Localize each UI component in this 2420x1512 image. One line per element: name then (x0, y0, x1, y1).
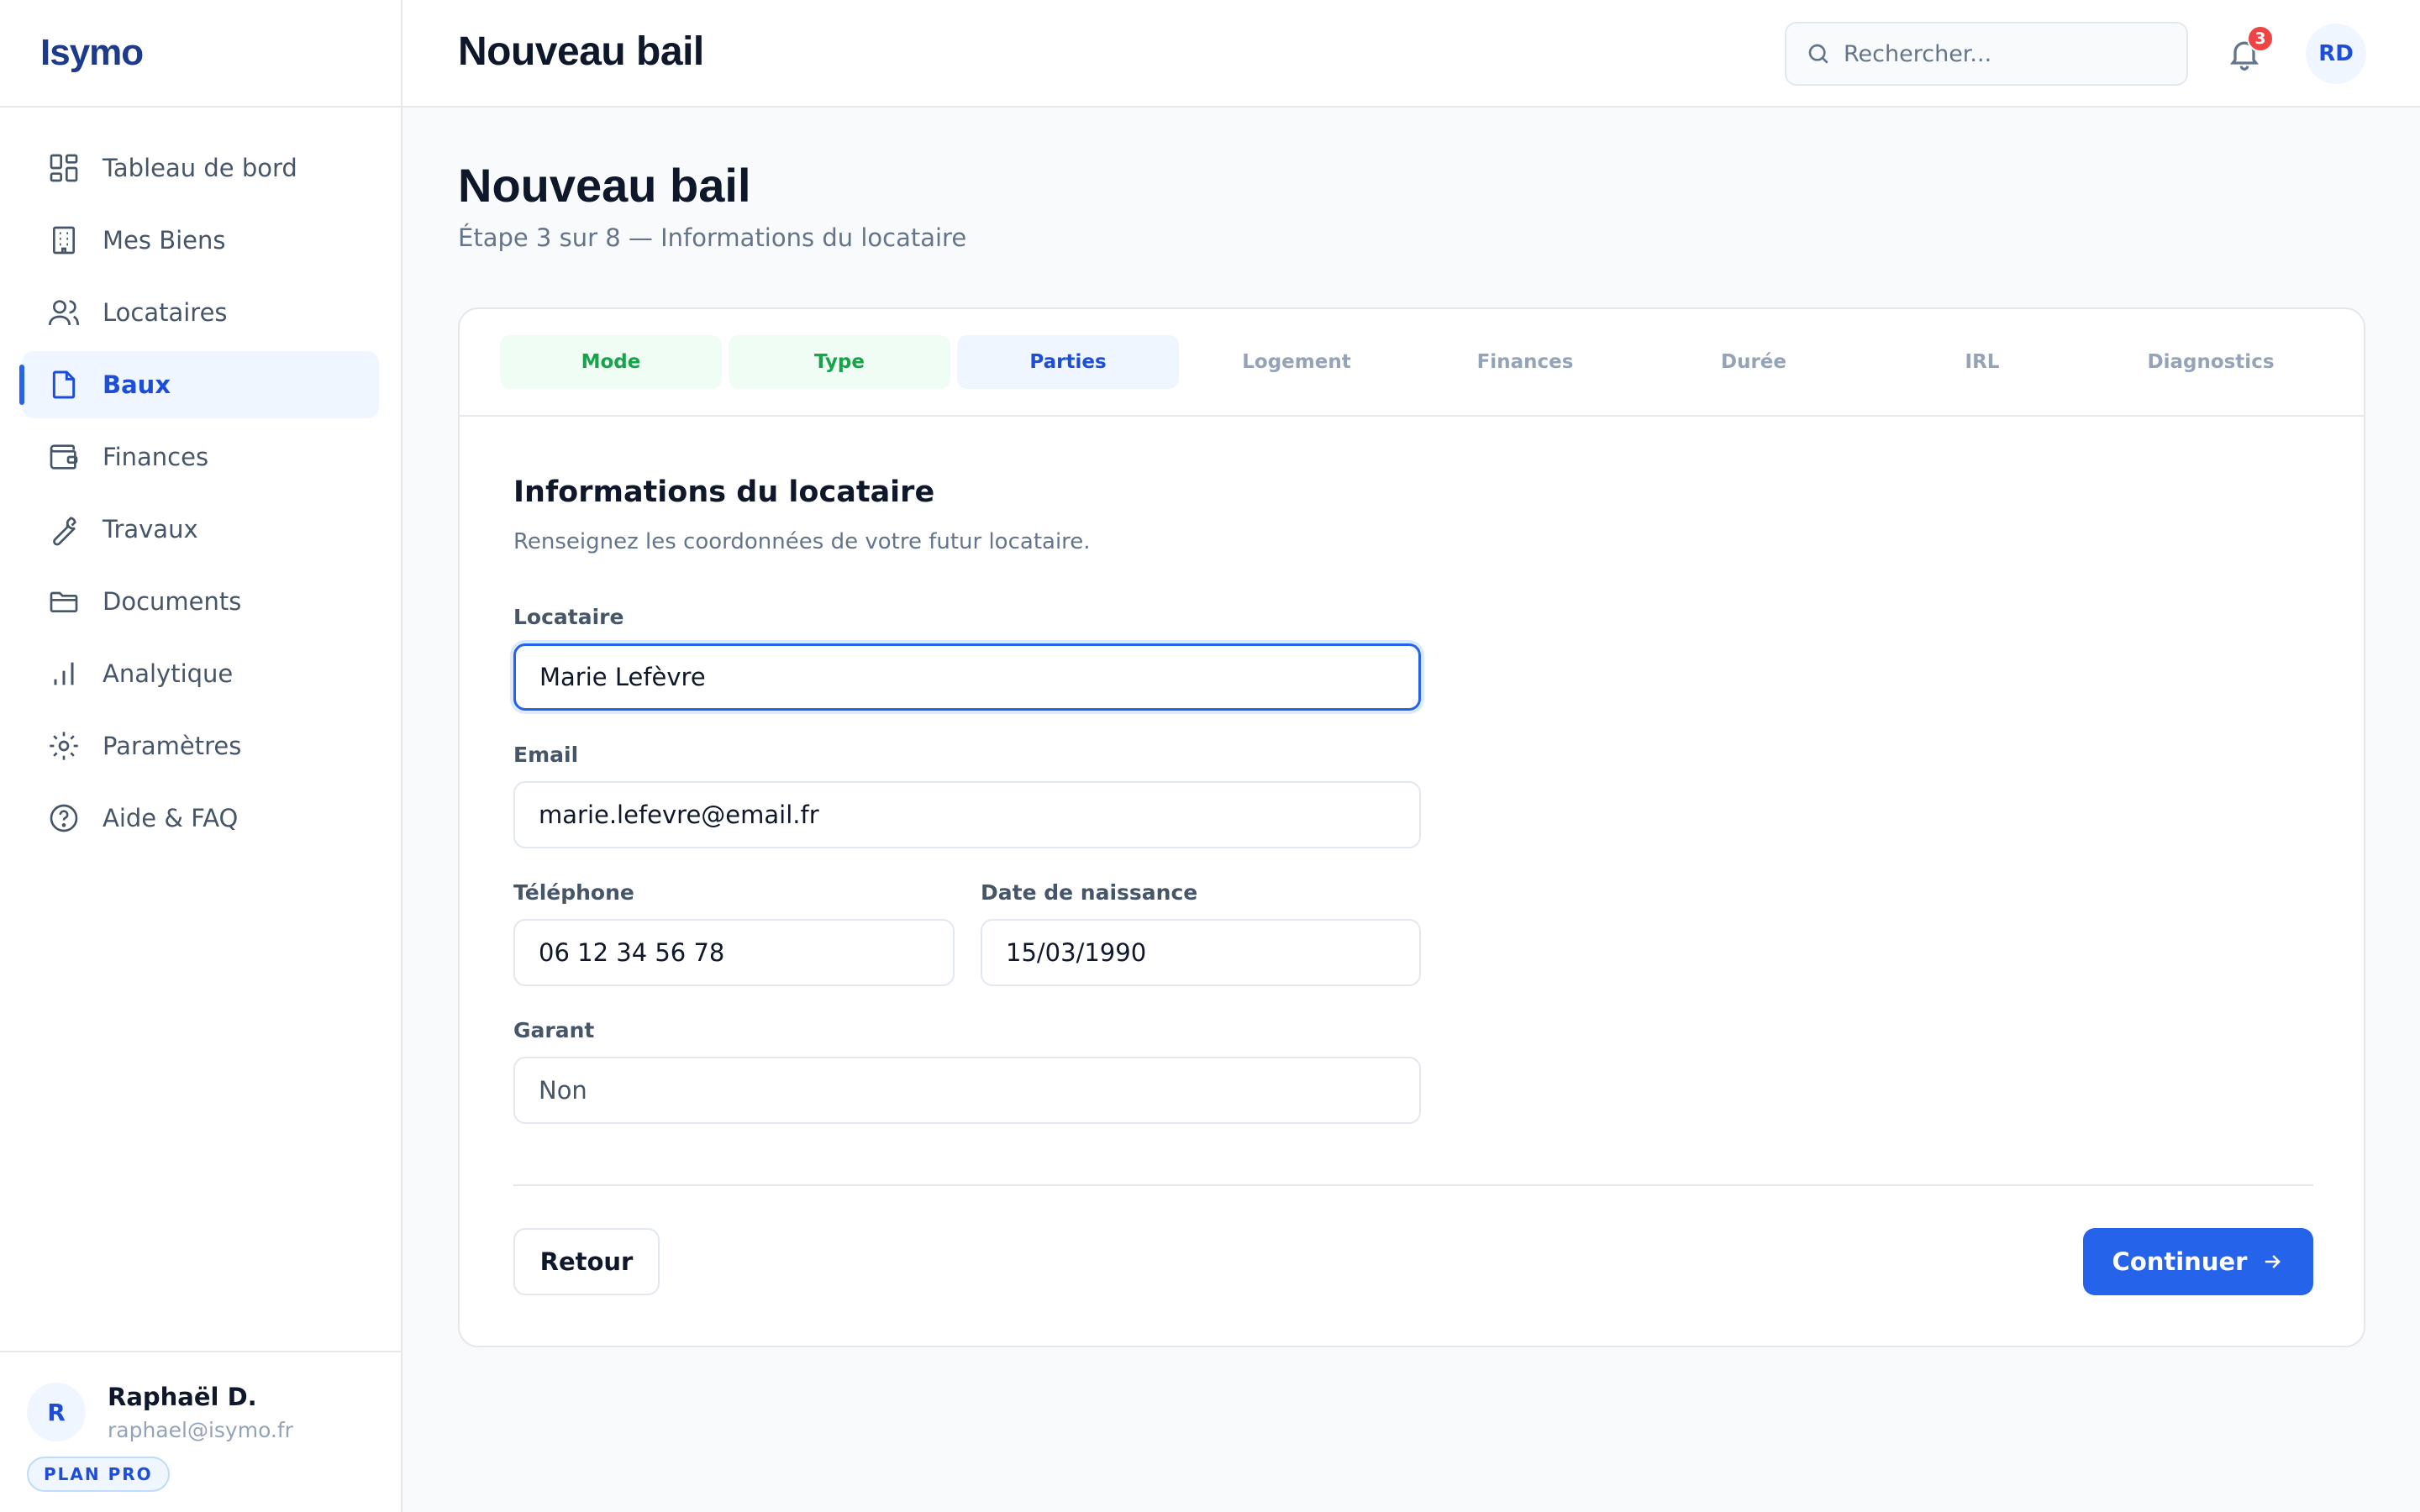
guarantor-select[interactable] (513, 1057, 1421, 1124)
avatar: R (27, 1383, 86, 1441)
help-icon (47, 801, 81, 835)
plan-badge: PLAN PRO (27, 1457, 170, 1492)
step-diagnostics: Diagnostics (2147, 351, 2275, 373)
stepper: Mode Type Parties Logement Finances Duré… (460, 309, 2364, 417)
wallet-icon (47, 440, 81, 474)
user-email: raphael@isymo.fr (108, 1418, 293, 1442)
step-duration: Durée (1720, 351, 1786, 373)
sidebar-item-documents[interactable]: Documents (22, 568, 379, 635)
search-box[interactable] (1785, 22, 2188, 86)
search-input[interactable] (1844, 40, 2163, 67)
phone-label: Téléphone (513, 880, 634, 905)
back-button[interactable]: Retour (513, 1228, 660, 1295)
grid-icon (47, 151, 81, 185)
tenant-label: Locataire (513, 605, 624, 629)
user-name: Raphaël D. (108, 1383, 257, 1411)
sidebar-item-label: Mes Biens (103, 226, 226, 255)
sidebar-item-label: Locataires (103, 298, 228, 327)
phone-field[interactable] (513, 919, 955, 986)
step-type[interactable]: Type (729, 335, 950, 389)
sidebar: Isymo Tableau de bord Mes Biens Locatair… (0, 0, 402, 1512)
sidebar-item-label: Travaux (103, 515, 198, 543)
gear-icon (47, 729, 81, 763)
page-subtitle: Étape 3 sur 8 — Informations du locatair… (458, 223, 967, 252)
sidebar-item-label: Tableau de bord (103, 154, 297, 182)
sidebar-item-tenants[interactable]: Locataires (22, 279, 379, 346)
birthdate-label: Date de naissance (981, 880, 1198, 905)
lease-form-card: Mode Type Parties Logement Finances Duré… (458, 307, 2365, 1347)
sidebar-item-works[interactable]: Travaux (22, 496, 379, 563)
birthdate-field[interactable] (981, 919, 1421, 986)
sidebar-item-label: Documents (103, 587, 242, 616)
page-title: Nouveau bail (458, 159, 751, 212)
step-mode[interactable]: Mode (500, 335, 722, 389)
notification-badge: 3 (2247, 25, 2274, 52)
tenant-input[interactable] (513, 643, 1421, 711)
sidebar-item-properties[interactable]: Mes Biens (22, 207, 379, 274)
email-field[interactable] (513, 781, 1421, 848)
back-button-label: Retour (539, 1247, 634, 1276)
sidebar-item-settings[interactable]: Paramètres (22, 712, 379, 780)
email-label: Email (513, 743, 579, 767)
users-icon (47, 296, 81, 329)
sidebar-item-label: Paramètres (103, 732, 242, 760)
continue-button[interactable]: Continuer (2083, 1228, 2313, 1295)
bar-chart-icon (47, 657, 81, 690)
brand: Isymo (0, 0, 401, 108)
file-icon (47, 368, 81, 402)
sidebar-item-analytics[interactable]: Analytique (22, 640, 379, 707)
sidebar-item-help[interactable]: Aide & FAQ (22, 785, 379, 852)
step-finances: Finances (1476, 351, 1574, 373)
sidebar-item-dashboard[interactable]: Tableau de bord (22, 134, 379, 202)
step-housing: Logement (1242, 351, 1351, 373)
building-icon (47, 223, 81, 257)
search-icon (1808, 44, 1828, 64)
guarantor-label: Garant (513, 1018, 595, 1042)
wrench-icon (47, 512, 81, 546)
brand-logo[interactable]: Isymo (40, 32, 144, 74)
header-title: Nouveau bail (458, 29, 704, 74)
sidebar-item-label: Aide & FAQ (103, 804, 239, 832)
step-irl: IRL (1965, 351, 2000, 373)
sidebar-item-label: Finances (103, 443, 209, 471)
divider (513, 1184, 2313, 1186)
form-title: Informations du locataire (513, 475, 935, 509)
sidebar-item-finances[interactable]: Finances (22, 423, 379, 491)
arrow-right-icon (2265, 1255, 2281, 1268)
avatar[interactable]: RD (2306, 24, 2366, 84)
sidebar-item-label: Baux (103, 370, 171, 399)
sidebar-nav: Tableau de bord Mes Biens Locataires Bau… (0, 108, 401, 852)
sidebar-item-leases[interactable]: Baux (19, 351, 379, 418)
topbar: Nouveau bail 3 RD (402, 0, 2420, 108)
folder-icon (47, 585, 81, 618)
continue-button-label: Continuer (2112, 1247, 2248, 1276)
user-profile[interactable]: R Raphaël D. raphael@isymo.fr PLAN PRO (0, 1351, 401, 1512)
form-description: Renseignez les coordonnées de votre futu… (513, 529, 1091, 554)
step-parties[interactable]: Parties (957, 335, 1179, 389)
sidebar-item-label: Analytique (103, 659, 234, 688)
